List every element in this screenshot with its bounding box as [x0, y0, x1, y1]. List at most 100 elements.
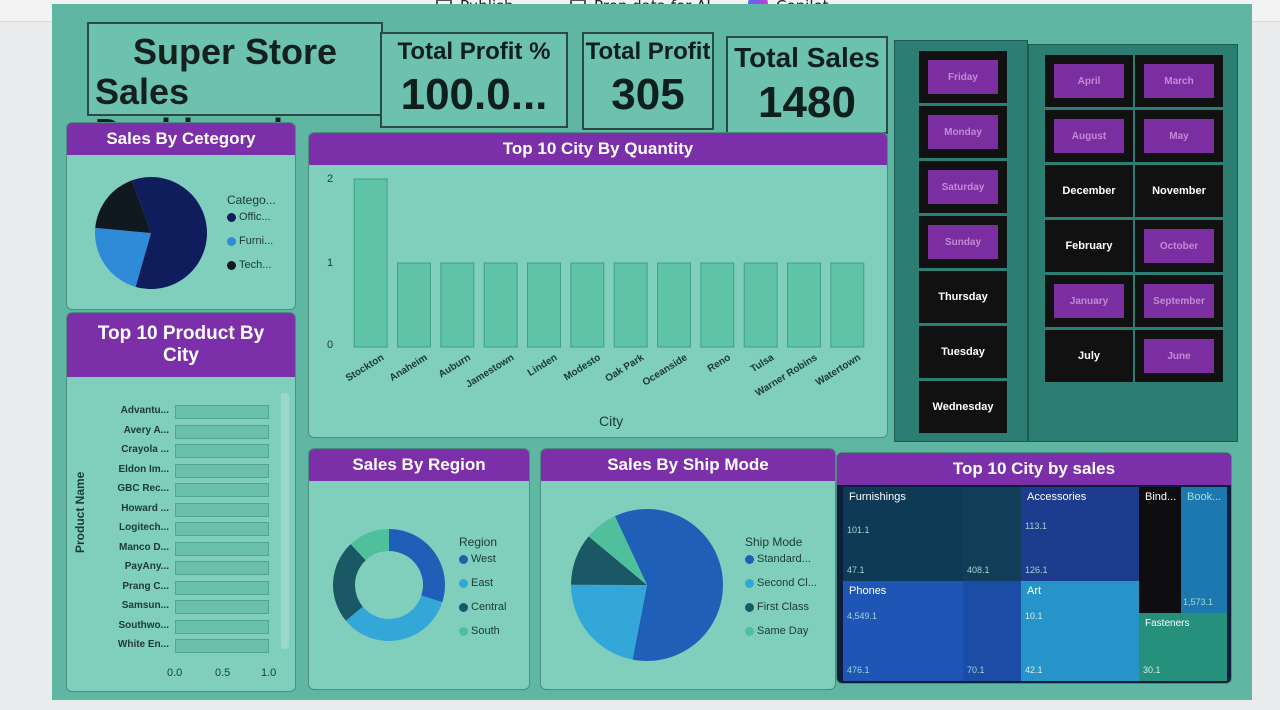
- legend-item-central[interactable]: Central: [459, 601, 506, 613]
- product-bar-payany[interactable]: [175, 561, 269, 575]
- slicer-tile-monday[interactable]: Monday: [919, 106, 1007, 158]
- legend-item-standard[interactable]: Standard...: [745, 553, 811, 565]
- product-bar-eldon-im[interactable]: [175, 463, 269, 478]
- product-bar-avery-a[interactable]: [175, 424, 269, 439]
- x-tick-label: Auburn: [437, 352, 473, 380]
- legend-dot-icon: [459, 626, 468, 636]
- slicer-tile-september[interactable]: September: [1135, 275, 1223, 327]
- slicer-tile-friday[interactable]: Friday: [919, 51, 1007, 103]
- scrollbar[interactable]: [281, 393, 289, 649]
- shipmode-pie-chart[interactable]: [567, 505, 727, 665]
- legend-item-furni[interactable]: Furni...: [227, 235, 273, 247]
- slicer-tile-may[interactable]: May: [1135, 110, 1223, 162]
- treemap-value: 70.1: [967, 665, 985, 675]
- kpi-label: Total Profit: [585, 38, 711, 65]
- legend-title: Region: [459, 535, 498, 549]
- slicer-tile-tuesday[interactable]: Tuesday: [919, 326, 1007, 378]
- slicer-tile-thursday[interactable]: Thursday: [919, 271, 1007, 323]
- slicer-tile-april[interactable]: April: [1045, 55, 1133, 107]
- legend-item-east[interactable]: East: [459, 577, 493, 589]
- region-slice-west[interactable]: [389, 529, 445, 603]
- legend-item-south[interactable]: South: [459, 625, 500, 637]
- product-bar-gbc-rec[interactable]: [175, 483, 269, 497]
- bar-auburn[interactable]: [440, 262, 475, 348]
- bar-tulsa[interactable]: [743, 262, 778, 348]
- product-bar-manco-d[interactable]: [175, 541, 269, 556]
- bar-anaheim[interactable]: [397, 262, 431, 348]
- treemap-value: 42.1: [1025, 665, 1043, 675]
- slicer-tile-label: Saturday: [928, 170, 998, 204]
- treemap-value: 1,573.1: [1183, 597, 1214, 607]
- slicer-tile-october[interactable]: October: [1135, 220, 1223, 272]
- region-slice-east[interactable]: [345, 595, 443, 641]
- slicer-tile-february[interactable]: February: [1045, 220, 1133, 272]
- product-bar-southwo[interactable]: [175, 619, 269, 634]
- legend-item-same-day[interactable]: Same Day: [745, 625, 808, 637]
- product-bar-crayola[interactable]: [175, 444, 269, 458]
- treemap-accessories[interactable]: Accessories 113.1 126.1: [1021, 487, 1139, 581]
- top-city-sales-panel: Top 10 City by sales Furnishings 101.1 4…: [836, 452, 1232, 684]
- bar-jamestown[interactable]: [483, 262, 518, 348]
- slicer-tile-label: April: [1054, 64, 1124, 98]
- slicer-tile-label: December: [1062, 185, 1116, 197]
- slicer-tile-saturday[interactable]: Saturday: [919, 161, 1007, 213]
- treemap-phones-b[interactable]: 70.1: [963, 581, 1021, 681]
- bar-watertown[interactable]: [830, 262, 865, 348]
- treemap-fasteners[interactable]: Fasteners 30.1: [1139, 613, 1227, 681]
- treemap-value: 4,549.1: [847, 611, 878, 621]
- bar-stockton[interactable]: [353, 178, 388, 348]
- bar-modesto[interactable]: [570, 262, 605, 348]
- legend-item-tech[interactable]: Tech...: [227, 259, 271, 271]
- slicer-tile-march[interactable]: March: [1135, 55, 1223, 107]
- kpi-total-profit-pct[interactable]: Total Profit % 100.0...: [380, 32, 568, 128]
- product-bar-samsun[interactable]: [175, 600, 269, 614]
- slicer-tile-sunday[interactable]: Sunday: [919, 216, 1007, 268]
- legend-label: Standard...: [757, 553, 811, 565]
- bar-linden[interactable]: [527, 262, 561, 348]
- legend-label: Offic...: [239, 211, 271, 223]
- kpi-total-profit[interactable]: Total Profit 305: [582, 32, 714, 130]
- slicer-tile-july[interactable]: July: [1045, 330, 1133, 382]
- treemap-value: 476.1: [847, 665, 870, 675]
- legend-item-west[interactable]: West: [459, 553, 496, 565]
- bar-warner-robins[interactable]: [787, 262, 821, 348]
- product-bar-prang-c[interactable]: [175, 580, 269, 595]
- slicer-tile-november[interactable]: November: [1135, 165, 1223, 217]
- legend-item-offic[interactable]: Offic...: [227, 211, 271, 223]
- treemap-value: 408.1: [967, 565, 990, 575]
- dashboard-title: Super Store Sales Dashboard: [87, 22, 383, 152]
- treemap-bookcases[interactable]: Book... 1,573.1: [1181, 487, 1227, 613]
- treemap-art[interactable]: Art 10.1 42.1: [1021, 581, 1139, 681]
- treemap-value: 101.1: [847, 525, 870, 535]
- legend-dot-icon: [459, 602, 468, 612]
- product-bar-howard[interactable]: [175, 502, 269, 517]
- treemap[interactable]: Furnishings 101.1 47.1 408.1 Accessories…: [843, 487, 1227, 681]
- treemap-value: 10.1: [1025, 611, 1043, 621]
- product-bar-advantu[interactable]: [175, 405, 269, 419]
- slicer-tile-december[interactable]: December: [1045, 165, 1133, 217]
- legend-dot-icon: [459, 578, 468, 588]
- legend-item-first-class[interactable]: First Class: [745, 601, 809, 613]
- kpi-total-sales[interactable]: Total Sales 1480: [726, 36, 888, 134]
- treemap-phones[interactable]: Phones 4,549.1 476.1: [843, 581, 963, 681]
- slicer-tile-wednesday[interactable]: Wednesday: [919, 381, 1007, 433]
- treemap-label: Accessories: [1027, 491, 1087, 503]
- bar-reno[interactable]: [700, 262, 735, 348]
- category-pie-chart[interactable]: [91, 173, 211, 293]
- x-tick: 1.0: [261, 667, 277, 679]
- bar-oceanside[interactable]: [657, 262, 691, 348]
- slicer-tile-january[interactable]: January: [1045, 275, 1133, 327]
- bar-oak-park[interactable]: [613, 262, 648, 348]
- legend-dot-icon: [745, 554, 754, 564]
- region-donut-chart[interactable]: [329, 525, 449, 645]
- legend-item-second-cl[interactable]: Second Cl...: [745, 577, 817, 589]
- treemap-furnishings-b[interactable]: 408.1: [963, 487, 1021, 581]
- slicer-tile-june[interactable]: June: [1135, 330, 1223, 382]
- product-bar-logitech[interactable]: [175, 522, 269, 536]
- slicer-tile-august[interactable]: August: [1045, 110, 1133, 162]
- product-bar-white-en[interactable]: [175, 639, 269, 653]
- treemap-binders[interactable]: Bind...: [1139, 487, 1181, 613]
- treemap-furnishings[interactable]: Furnishings 101.1 47.1: [843, 487, 963, 581]
- product-label: White En...: [117, 639, 169, 650]
- city-quantity-bar-chart[interactable]: Stockton Anaheim AuburnJamestown Linden Mode…: [309, 133, 888, 438]
